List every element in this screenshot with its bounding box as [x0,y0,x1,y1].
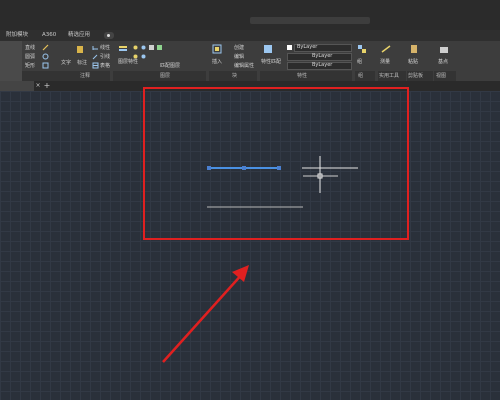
arrow-head-icon [232,265,249,282]
highlight-box [143,87,409,240]
grip-endpoint[interactable] [207,166,211,170]
canvas-overlay [143,87,409,363]
annotation-arrow [162,271,245,363]
grip-endpoint[interactable] [277,166,281,170]
grip-midpoint[interactable] [242,166,246,170]
autocad-window: 附加模块 A360 精选应用 直线 圆弧 矩形 A 文字 标注 线性 引线 表格… [0,0,500,400]
